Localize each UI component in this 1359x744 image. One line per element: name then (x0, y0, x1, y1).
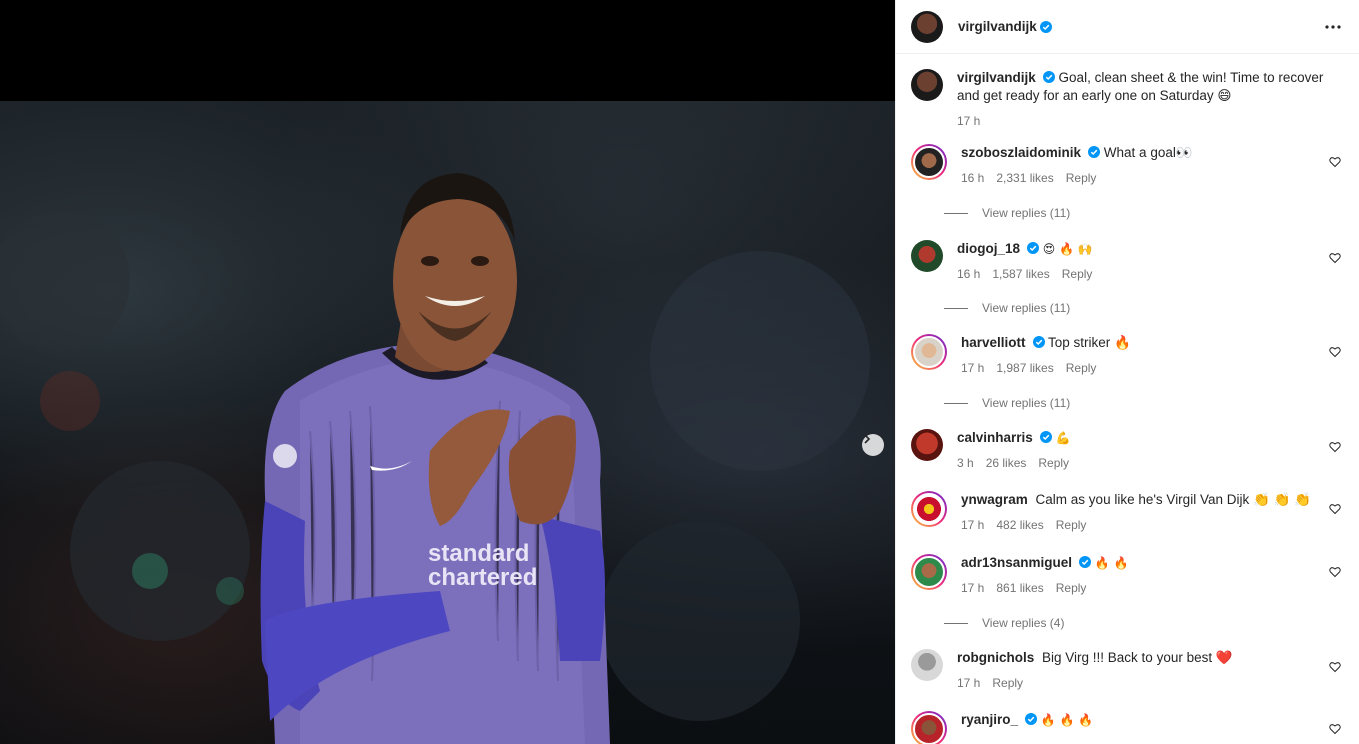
heart-icon[interactable] (1329, 252, 1341, 264)
post-caption: virgilvandijk Goal, clean sheet & the wi… (911, 69, 1345, 130)
reply-button[interactable]: Reply (1056, 516, 1087, 534)
view-replies-button[interactable]: View replies (11) (944, 396, 1070, 410)
verified-badge-icon (1025, 713, 1038, 725)
next-slide-button[interactable] (862, 434, 884, 456)
view-replies-label: View replies (11) (982, 206, 1071, 220)
verified-badge-icon (1079, 556, 1092, 568)
view-replies-label: View replies (11) (982, 301, 1071, 315)
caption-time: 17 h (957, 114, 981, 128)
comment-time: 17 h (957, 676, 981, 690)
divider (944, 307, 968, 309)
avatar[interactable] (911, 240, 943, 272)
comment-text: 🔥 🔥 🔥 (1040, 713, 1094, 727)
verified-badge-icon (1032, 336, 1045, 348)
comment-username[interactable]: szoboszlaidominik (961, 145, 1081, 160)
avatar[interactable] (911, 144, 947, 180)
comment-item: ryanjiro_ 🔥 🔥 🔥 (911, 711, 1345, 744)
comment-text: Calm as you like he's Virgil Van Dijk 👏 … (1035, 492, 1311, 507)
comment-username[interactable]: calvinharris (957, 430, 1033, 445)
avatar[interactable] (911, 10, 943, 43)
reply-button[interactable]: Reply (1056, 579, 1087, 597)
heart-icon[interactable] (1329, 346, 1341, 358)
heart-icon[interactable] (1329, 566, 1341, 578)
comment-text: What a goal👀 (1103, 145, 1193, 160)
heart-icon[interactable] (1329, 441, 1341, 453)
reply-button[interactable]: Reply (1066, 359, 1097, 377)
verified-badge-icon (1027, 242, 1040, 254)
verified-badge-icon (1039, 431, 1052, 443)
verified-badge-icon (1088, 146, 1101, 158)
avatar[interactable] (911, 554, 947, 590)
comment-item: robgnichols Big Virg !!! Back to your be… (911, 649, 1345, 692)
comment-likes[interactable]: 26 likes (986, 454, 1027, 472)
divider (944, 212, 968, 214)
caption-username[interactable]: virgilvandijk (957, 70, 1036, 85)
comment-time: 17 h (961, 581, 985, 595)
avatar[interactable] (911, 491, 947, 527)
comment-time: 3 h (957, 456, 974, 470)
comment-text: 🔥 🔥 (1094, 556, 1129, 570)
comment-likes[interactable]: 2,331 likes (996, 169, 1053, 187)
view-replies-label: View replies (11) (982, 396, 1071, 410)
more-horizontal-icon (1325, 24, 1341, 29)
verified-badge-icon (1039, 20, 1052, 33)
more-options-button[interactable] (1321, 15, 1345, 39)
post-details-panel: virgilvandijk virgilvandijk Goal, clean … (895, 0, 1359, 744)
view-replies-button[interactable]: View replies (11) (944, 206, 1070, 220)
comment-username[interactable]: ryanjiro_ (961, 712, 1018, 727)
view-replies-button[interactable]: View replies (4) (944, 616, 1064, 630)
comment-item: calvinharris 💪 3 h 26 likes Reply (911, 429, 1345, 472)
comment-username[interactable]: harvelliott (961, 335, 1026, 350)
comment-time: 17 h (961, 361, 985, 375)
comment-username[interactable]: robgnichols (957, 650, 1034, 665)
comment-text: 💪 (1055, 431, 1071, 445)
reply-button[interactable]: Reply (1062, 265, 1093, 283)
divider (944, 402, 968, 404)
comments-list: virgilvandijk Goal, clean sheet & the wi… (896, 55, 1359, 744)
post-photo: standard chartered (0, 101, 895, 744)
comment-time: 16 h (961, 171, 985, 185)
reply-button[interactable]: Reply (1038, 454, 1069, 472)
comment-item: ynwagram Calm as you like he's Virgil Va… (911, 491, 1345, 534)
reply-button[interactable]: Reply (992, 674, 1023, 692)
view-replies-button[interactable]: View replies (11) (944, 301, 1070, 315)
comment-time: 16 h (957, 267, 981, 281)
comment-text: 😍 🔥 🙌 (1042, 242, 1093, 256)
jersey-sponsor-line1: standard (428, 540, 529, 567)
avatar[interactable] (911, 334, 947, 370)
avatar[interactable] (911, 429, 943, 461)
comment-item: adr13nsanmiguel 🔥 🔥 17 h 861 likes Reply (911, 554, 1345, 597)
avatar[interactable] (911, 711, 947, 744)
divider (944, 622, 968, 624)
comment-username[interactable]: ynwagram (961, 492, 1028, 507)
reply-button[interactable]: Reply (1066, 169, 1097, 187)
verified-badge-icon (1042, 71, 1055, 83)
comment-text: Top striker 🔥 (1048, 335, 1131, 350)
comment-username[interactable]: adr13nsanmiguel (961, 555, 1072, 570)
avatar[interactable] (911, 69, 943, 101)
heart-icon[interactable] (1329, 503, 1341, 515)
jersey-sponsor-line2: chartered (428, 564, 537, 591)
comment-item: diogoj_18 😍 🔥 🙌 16 h 1,587 likes Reply (911, 240, 1345, 283)
heart-icon[interactable] (1329, 723, 1341, 735)
header-username[interactable]: virgilvandijk (958, 19, 1037, 34)
comment-item: szoboszlaidominik What a goal👀 16 h 2,331… (911, 144, 1345, 187)
comment-text: Big Virg !!! Back to your best ❤️ (1042, 650, 1233, 665)
avatar[interactable] (911, 649, 943, 681)
comment-username[interactable]: diogoj_18 (957, 241, 1020, 256)
view-replies-label: View replies (4) (982, 616, 1065, 630)
heart-icon[interactable] (1329, 156, 1341, 168)
comment-time: 17 h (961, 518, 985, 532)
chevron-right-icon (864, 434, 871, 444)
post-header: virgilvandijk (896, 0, 1359, 54)
comment-item: harvelliott Top striker 🔥 17 h 1,987 like… (911, 334, 1345, 377)
post-media: standard chartered (0, 0, 895, 744)
comment-likes[interactable]: 861 likes (996, 579, 1043, 597)
comment-likes[interactable]: 1,587 likes (992, 265, 1049, 283)
comment-likes[interactable]: 1,987 likes (996, 359, 1053, 377)
comment-likes[interactable]: 482 likes (996, 516, 1043, 534)
heart-icon[interactable] (1329, 661, 1341, 673)
